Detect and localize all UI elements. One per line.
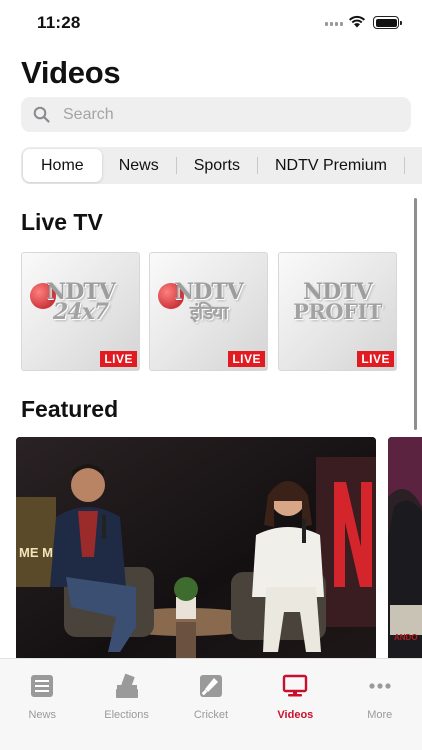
nav-label: News [28, 709, 56, 721]
channel-logo: NDTV इंडिया [174, 279, 244, 324]
page-title: Videos [21, 55, 121, 90]
tab-sports[interactable]: Sports [177, 149, 257, 182]
channel-logo: NDTV PROFIT [293, 279, 382, 324]
svg-text:ANDO: ANDO [394, 633, 418, 642]
channel-logo: NDTV 24x7 [46, 279, 116, 325]
tab-home[interactable]: Home [23, 149, 102, 182]
tab-more-partial[interactable]: V [405, 149, 422, 182]
battery-icon [373, 16, 402, 29]
category-tabs: Home News Sports NDTV Premium V [21, 147, 422, 184]
search-bar[interactable] [21, 97, 411, 132]
nav-label: Videos [277, 709, 314, 721]
nav-more[interactable]: More [338, 659, 422, 750]
wifi-icon [349, 15, 365, 28]
scroll-indicator[interactable] [414, 198, 417, 430]
search-icon [33, 106, 50, 123]
search-input[interactable] [63, 105, 363, 124]
monitor-icon [283, 674, 308, 697]
status-bar: 11:28 [0, 0, 422, 46]
nav-label: Elections [104, 709, 149, 721]
live-channel-ndtv-profit[interactable]: NDTV PROFIT LIVE [278, 252, 397, 371]
tab-news[interactable]: News [102, 149, 176, 182]
more-dots-icon [369, 683, 391, 689]
cellular-signal-icon [325, 22, 343, 26]
live-badge: LIVE [100, 351, 137, 367]
nav-label: More [367, 709, 393, 721]
nav-cricket[interactable]: Cricket [169, 659, 253, 750]
live-channel-ndtv-india[interactable]: NDTV इंडिया LIVE [149, 252, 268, 371]
tab-ndtv-premium[interactable]: NDTV Premium [258, 149, 404, 182]
news-icon [31, 675, 54, 697]
featured-video-image: ME ME [16, 437, 376, 658]
nav-news[interactable]: News [0, 659, 84, 750]
live-tv-heading: Live TV [21, 209, 103, 235]
bottom-tab-bar: News Elections Cricket Videos More [0, 658, 422, 750]
nav-elections[interactable]: Elections [84, 659, 168, 750]
nav-label: Cricket [193, 709, 229, 721]
live-badge: LIVE [228, 351, 265, 367]
live-badge: LIVE [357, 351, 394, 367]
featured-video-thumbnail-next[interactable]: ANDO [388, 437, 422, 658]
live-channel-ndtv-24x7[interactable]: NDTV 24x7 LIVE [21, 252, 140, 371]
cricket-bat-icon [199, 675, 222, 697]
nav-videos[interactable]: Videos [253, 659, 337, 750]
featured-heading: Featured [21, 396, 119, 422]
featured-video-image: ANDO [388, 437, 422, 658]
status-time: 11:28 [37, 13, 81, 32]
featured-video-thumbnail[interactable]: ME ME [16, 437, 376, 658]
ballot-box-icon [115, 673, 138, 698]
